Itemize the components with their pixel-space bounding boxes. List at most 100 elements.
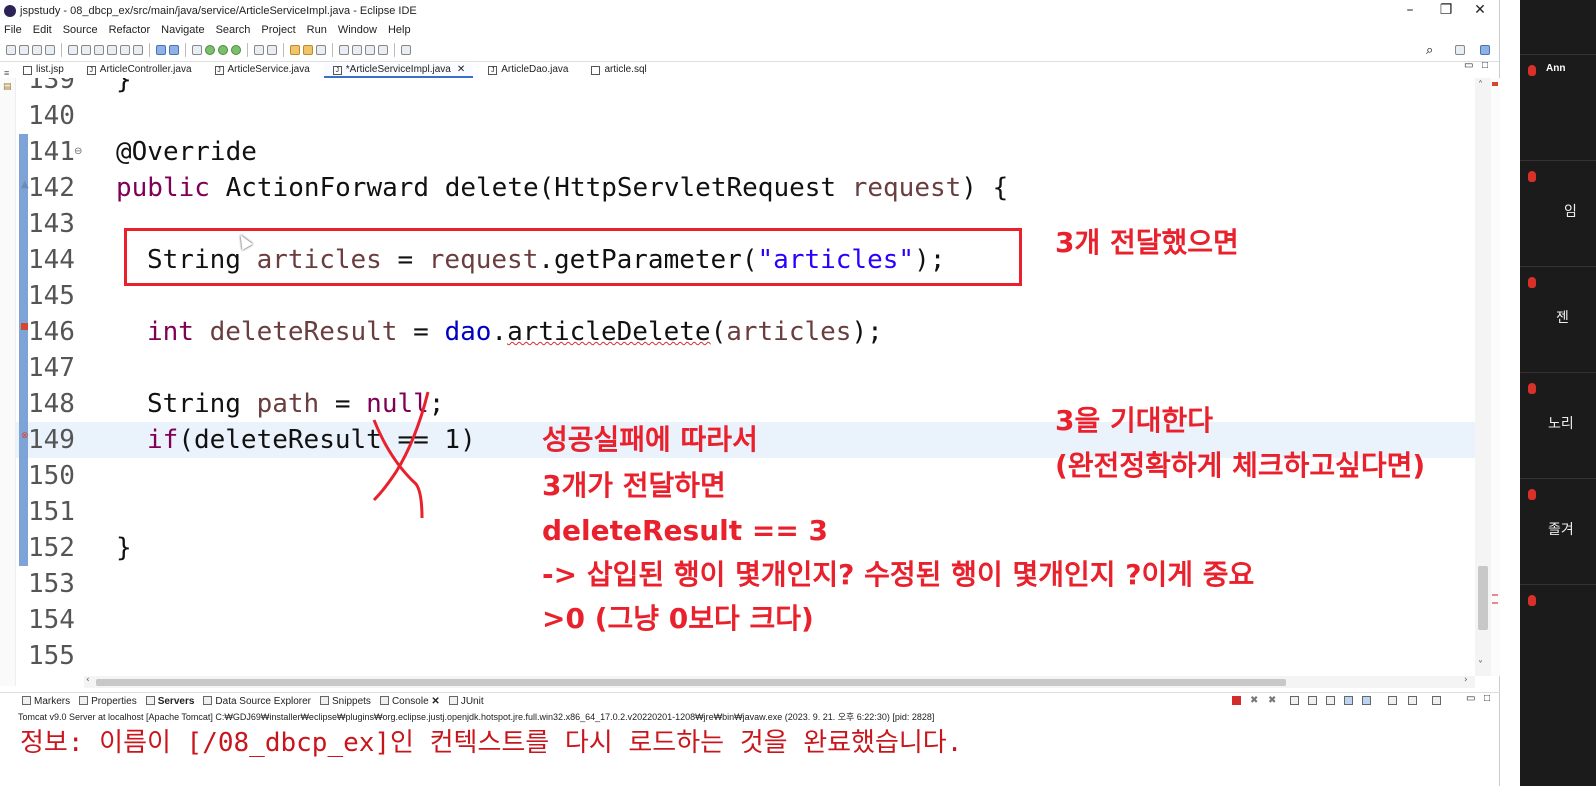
search-tool-icon[interactable] [316, 45, 326, 55]
eclipse-logo-icon [4, 4, 16, 17]
minimize-icon[interactable]: – [1392, 0, 1428, 21]
editor-menu-icon[interactable]: ≡ [0, 68, 14, 78]
hscroll-thumb[interactable] [96, 679, 1286, 686]
coverage-icon[interactable] [218, 45, 228, 55]
menu-file[interactable]: File [4, 24, 22, 36]
maximize-view-icon[interactable]: □ [1484, 693, 1490, 704]
toolbar-separator [185, 43, 186, 57]
prev-annotation-icon[interactable] [352, 45, 362, 55]
video-call-participants: Ann 임 젠 노리 졸겨 [1520, 0, 1596, 786]
tab-list-jsp[interactable]: list.jsp [14, 63, 72, 78]
vertical-scrollbar[interactable]: ˄ ˅ [1475, 78, 1491, 676]
display-console-icon[interactable] [1408, 696, 1417, 705]
resume-icon[interactable] [81, 45, 91, 55]
menu-refactor[interactable]: Refactor [109, 24, 151, 36]
participant-tile[interactable]: 임 [1520, 160, 1596, 260]
save-icon[interactable] [19, 45, 29, 55]
clear-console-icon[interactable] [1290, 696, 1299, 705]
new-java-project-icon[interactable] [254, 45, 264, 55]
menu-help[interactable]: Help [388, 24, 411, 36]
console-icon [379, 695, 389, 705]
new-package-icon[interactable] [267, 45, 277, 55]
open-perspective-icon[interactable] [1455, 45, 1465, 55]
show-on-stderr-icon[interactable] [1362, 696, 1371, 705]
run-icon[interactable] [205, 45, 215, 55]
tab-markers[interactable]: Markers [22, 695, 70, 707]
tab-data-source-explorer[interactable]: Data Source Explorer [203, 695, 311, 707]
minimize-editor-icon[interactable]: ▭ [1464, 60, 1473, 71]
skip-breakpoints-icon[interactable] [68, 45, 78, 55]
menu-navigate[interactable]: Navigate [161, 24, 204, 36]
overview-mark [1492, 594, 1498, 596]
fold-icon[interactable]: ⊖ [74, 146, 82, 157]
tab-console[interactable]: Console ✕ [379, 695, 440, 707]
java-perspective-icon[interactable] [1480, 45, 1490, 55]
close-console-icon[interactable]: ✕ [431, 696, 439, 707]
tab-article-controller[interactable]: J ArticleController.java [78, 63, 200, 78]
next-annotation-icon[interactable] [339, 45, 349, 55]
horizontal-scrollbar[interactable]: ‹ › [84, 675, 1475, 688]
remove-launch-icon[interactable]: ✖ [1250, 695, 1258, 706]
suspend-icon[interactable] [94, 45, 104, 55]
scroll-lock-icon[interactable] [1308, 696, 1317, 705]
tab-article-sql[interactable]: article.sql [582, 63, 654, 78]
search-icon[interactable]: ⌕ [1426, 43, 1433, 58]
terminate-console-icon[interactable] [1232, 696, 1241, 705]
open-folder-icon[interactable] [303, 45, 313, 55]
change-ruler [19, 134, 28, 566]
participant-tile[interactable]: 노리 [1520, 372, 1596, 472]
tab-article-dao[interactable]: J ArticleDao.java [479, 63, 576, 78]
toggle-word-wrap-icon[interactable] [169, 45, 179, 55]
menu-project[interactable]: Project [261, 24, 295, 36]
error-marker-icon: ⊗ [21, 431, 29, 441]
participant-tile[interactable] [1520, 584, 1596, 684]
close-icon[interactable]: ✕ [1462, 0, 1498, 21]
restore-icon[interactable]: ▤ [3, 82, 12, 92]
open-console-icon[interactable] [1432, 696, 1441, 705]
remove-all-icon[interactable]: ✖ [1268, 695, 1276, 706]
note-success: 성공실패에 따라서 [542, 423, 758, 456]
pin-editor-icon[interactable] [401, 45, 411, 55]
external-tools-icon[interactable] [231, 45, 241, 55]
toggle-mark-occurrences-icon[interactable] [156, 45, 166, 55]
tab-article-service[interactable]: J ArticleService.java [206, 63, 318, 78]
scroll-right-icon[interactable]: › [1464, 675, 1468, 685]
menu-window[interactable]: Window [338, 24, 377, 36]
step-into-icon[interactable] [120, 45, 130, 55]
open-type-icon[interactable] [290, 45, 300, 55]
cross-out-mark [372, 391, 430, 519]
participant-tile[interactable]: Ann [1520, 54, 1596, 154]
code-line: 146 int deleteResult = dao.articleDelete(… [28, 317, 883, 347]
scroll-left-icon[interactable]: ‹ [86, 675, 90, 685]
menu-edit[interactable]: Edit [33, 24, 52, 36]
scroll-down-icon[interactable]: ˅ [1478, 660, 1483, 671]
menu-run[interactable]: Run [307, 24, 327, 36]
tab-properties[interactable]: Properties [79, 695, 137, 707]
tab-article-service-impl[interactable]: J *ArticleServiceImpl.java ✕ [323, 63, 474, 78]
step-over-icon[interactable] [133, 45, 143, 55]
scroll-up-icon[interactable]: ˄ [1478, 80, 1483, 91]
print-icon[interactable] [45, 45, 55, 55]
maximize-editor-icon[interactable]: □ [1482, 60, 1488, 71]
minimize-view-icon[interactable]: ▭ [1466, 693, 1475, 704]
tab-snippets[interactable]: Snippets [320, 695, 371, 707]
forward-icon[interactable] [378, 45, 388, 55]
show-on-stdout-icon[interactable] [1344, 696, 1353, 705]
tab-junit[interactable]: JUnit [448, 695, 484, 707]
participant-tile[interactable]: 젠 [1520, 266, 1596, 366]
menu-source[interactable]: Source [63, 24, 98, 36]
maximize-icon[interactable]: ❐ [1428, 0, 1464, 21]
new-icon[interactable] [6, 45, 16, 55]
participant-tile[interactable]: 졸겨 [1520, 478, 1596, 578]
tab-servers[interactable]: Servers [145, 695, 194, 707]
error-overview-mark [1492, 82, 1498, 86]
menu-search[interactable]: Search [216, 24, 251, 36]
pin-console-icon[interactable] [1388, 696, 1397, 705]
terminate-icon[interactable] [107, 45, 117, 55]
close-tab-icon[interactable]: ✕ [457, 64, 465, 75]
debug-icon[interactable] [192, 45, 202, 55]
save-all-icon[interactable] [32, 45, 42, 55]
back-icon[interactable] [365, 45, 375, 55]
scroll-thumb[interactable] [1478, 566, 1488, 630]
word-wrap-icon[interactable] [1326, 696, 1335, 705]
